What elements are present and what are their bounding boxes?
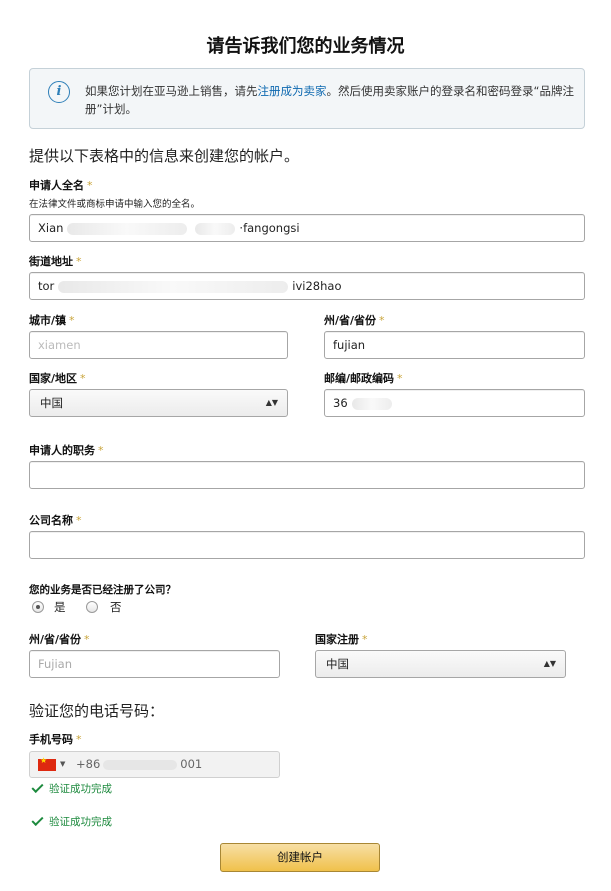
verify-success-1: 验证成功完成 — [31, 780, 112, 796]
state-label: 州/省/省份 * — [324, 314, 385, 327]
street-input[interactable]: tor ivi28hao — [29, 272, 585, 300]
registered-no-label[interactable]: 否 — [110, 599, 122, 615]
page-title: 请告诉我们您的业务情况 — [206, 36, 405, 57]
job-title-input[interactable] — [29, 461, 585, 489]
select-arrows-icon: ▲▼ — [265, 398, 278, 407]
form-intro: 提供以下表格中的信息来创建您的帐户。 — [29, 147, 300, 165]
street-label: 街道地址 * — [29, 255, 82, 268]
postal-input[interactable]: 36 — [324, 389, 585, 417]
info-icon: i — [48, 81, 70, 103]
chevron-down-icon[interactable]: ▼ — [60, 752, 65, 777]
china-flag-icon[interactable] — [38, 756, 56, 771]
create-account-button[interactable]: 创建帐户 — [220, 843, 380, 872]
phone-input[interactable]: ▼ +86001 — [29, 751, 280, 778]
check-icon — [31, 780, 44, 794]
full-name-hint: 在法律文件或商标申请中输入您的全名。 — [29, 199, 201, 210]
registered-yes-label[interactable]: 是 — [54, 599, 66, 615]
phone-number: +86 001 — [76, 757, 203, 771]
registered-question: 您的业务是否已经注册了公司？ — [29, 584, 176, 596]
city-label: 城市/镇 * — [29, 314, 75, 327]
register-seller-link[interactable]: 注册成为卖家 — [258, 84, 327, 98]
full-name-input[interactable]: Xian ·fangongsi — [29, 214, 585, 242]
state-input[interactable]: fujian — [324, 331, 585, 359]
reg-country-select[interactable]: 中国 ▲▼ — [315, 650, 566, 678]
company-input[interactable] — [29, 531, 585, 559]
check-icon — [31, 813, 44, 827]
full-name-label: 申请人全名 * — [29, 179, 93, 192]
registered-yes-radio[interactable] — [32, 601, 44, 613]
company-label: 公司名称 * — [29, 514, 82, 527]
phone-label: 手机号码 * — [29, 733, 82, 746]
job-title-label: 申请人的职务 * — [29, 444, 104, 457]
verify-success-2: 验证成功完成 — [31, 813, 112, 829]
city-input[interactable]: xiamen — [29, 331, 288, 359]
info-box: i 如果您计划在亚马逊上销售，请先注册成为卖家。然后使用卖家账户的登录名和密码登… — [29, 68, 585, 129]
reg-state-label: 州/省/省份 * — [29, 633, 90, 646]
reg-state-input[interactable]: Fujian — [29, 650, 280, 678]
select-arrows-icon: ▲▼ — [543, 659, 556, 668]
reg-country-label: 国家注册 * — [315, 633, 368, 646]
country-label: 国家/地区 * — [29, 372, 86, 385]
registered-no-radio[interactable] — [86, 601, 98, 613]
country-select[interactable]: 中国 ▲▼ — [29, 389, 288, 417]
info-text: 如果您计划在亚马逊上销售，请先注册成为卖家。然后使用卖家账户的登录名和密码登录“… — [85, 82, 575, 118]
postal-label: 邮编/邮政编码 * — [324, 372, 403, 385]
phone-section-heading: 验证您的电话号码： — [29, 702, 165, 720]
info-text-before: 如果您计划在亚马逊上销售，请先 — [85, 84, 258, 98]
